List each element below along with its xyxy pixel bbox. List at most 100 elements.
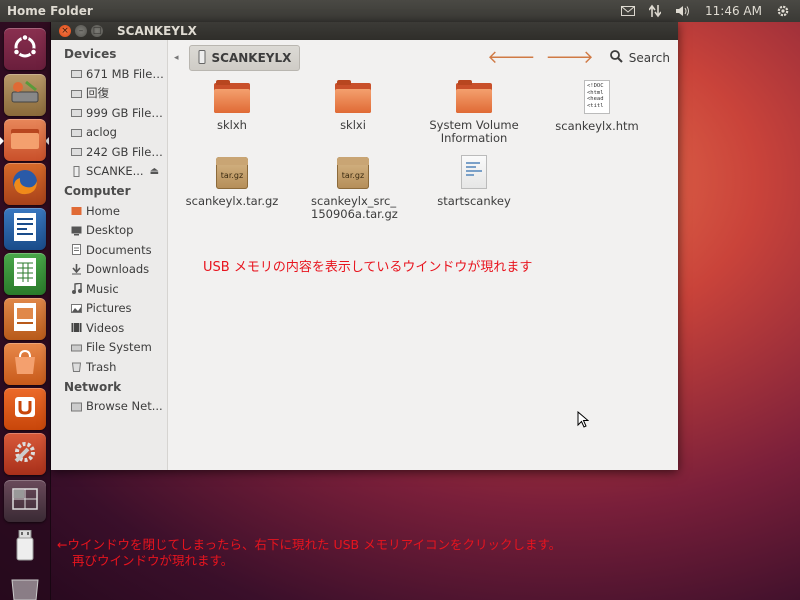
file-item-script[interactable]: startscankey	[414, 155, 534, 208]
ubuntu-logo-icon	[11, 33, 39, 65]
sidebar-item-music[interactable]: Music	[51, 279, 167, 299]
calc-icon	[13, 257, 37, 291]
pictures-icon	[71, 303, 82, 314]
sidebar-item-device[interactable]: 242 GB Files...	[51, 142, 167, 162]
launcher-drive-item[interactable]	[4, 74, 46, 116]
app-title: Home Folder	[7, 4, 93, 18]
file-item-folder[interactable]: System Volume Information	[414, 80, 534, 145]
usb-icon	[71, 165, 82, 177]
usb-icon	[198, 49, 206, 67]
html-file-icon: <!DOC <html <head <titl	[584, 80, 610, 114]
sidebar-item-device[interactable]: aclog	[51, 123, 167, 143]
sidebar-item-downloads[interactable]: Downloads	[51, 260, 167, 280]
window-title: SCANKEYLX	[117, 24, 197, 38]
launcher-software-center-item[interactable]	[4, 343, 46, 385]
sidebar-item-documents[interactable]: Documents	[51, 240, 167, 260]
file-item-folder[interactable]: sklxh	[172, 80, 292, 132]
sidebar-item-desktop[interactable]: Desktop	[51, 221, 167, 241]
firefox-icon	[10, 167, 40, 201]
launcher-writer-item[interactable]	[4, 208, 46, 250]
network-folder-icon	[71, 401, 82, 412]
shopping-bag-icon	[11, 348, 39, 380]
top-panel: Home Folder 11:46 AM	[0, 0, 800, 22]
launcher-impress-item[interactable]	[4, 298, 46, 340]
archive-icon: tar.gz	[337, 157, 369, 189]
forward-arrow-icon[interactable]: 🡒	[545, 49, 593, 67]
file-item-html[interactable]: <!DOC <html <head <titl scankeylx.htm	[537, 80, 657, 133]
downloads-icon	[71, 263, 82, 275]
sidebar-item-pictures[interactable]: Pictures	[51, 299, 167, 319]
drive-icon	[71, 88, 82, 99]
home-folder-icon	[71, 205, 82, 216]
search-button[interactable]: Search	[609, 50, 670, 66]
pathbar-left-arrow-icon[interactable]: ◂	[174, 53, 179, 63]
window-annotation: USB メモリの内容を表示しているウインドウが現れます	[203, 260, 533, 275]
back-arrow-icon[interactable]: 🡐	[487, 49, 535, 67]
workspace-icon	[11, 487, 39, 515]
trash-icon	[71, 361, 82, 373]
launcher-calc-item[interactable]	[4, 253, 46, 295]
trash-icon	[9, 576, 41, 600]
file-system-icon	[71, 342, 82, 353]
launcher-settings-item[interactable]	[4, 433, 46, 475]
settings-icon	[10, 437, 40, 471]
volume-icon[interactable]	[675, 5, 691, 17]
file-item-archive[interactable]: tar.gz scankeylx_src_ 150906a.tar.gz	[293, 157, 413, 221]
launcher-trash-item[interactable]	[4, 570, 46, 600]
file-item-archive[interactable]: tar.gz scankeylx.tar.gz	[172, 157, 292, 208]
close-button[interactable]: ×	[59, 25, 71, 37]
sidebar-item-device[interactable]: 999 GB Files...	[51, 103, 167, 123]
sidebar-item-usb-device[interactable]: SCANKE... ⏏	[51, 162, 167, 182]
launcher-workspace-item[interactable]	[4, 480, 46, 522]
file-view: sklxh sklxi System Volume Information <!…	[168, 76, 678, 470]
folder-icon	[10, 126, 40, 154]
desktop-icon	[71, 225, 82, 236]
usb-icon	[15, 529, 35, 566]
sidebar-item-home[interactable]: Home	[51, 201, 167, 221]
bottom-annotation-line2: 再びウインドウが現れます。	[72, 553, 234, 568]
videos-icon	[71, 322, 82, 333]
toolbar: ◂ SCANKEYLX 🡐 🡒 Search	[168, 40, 678, 76]
search-icon	[609, 50, 623, 66]
sidebar: Devices 671 MB Files... 回復 999 GB Files.…	[51, 40, 168, 470]
drive-icon	[10, 80, 40, 110]
window-titlebar[interactable]: × – □ SCANKEYLX	[51, 22, 678, 40]
documents-icon	[71, 244, 82, 256]
music-icon	[71, 283, 82, 295]
search-label: Search	[628, 51, 670, 65]
path-button-label: SCANKEYLX	[211, 51, 292, 65]
path-button-current[interactable]: SCANKEYLX	[188, 45, 301, 71]
launcher-usb-item[interactable]	[4, 527, 46, 569]
ubuntu-one-icon	[12, 394, 38, 424]
drive-icon	[71, 127, 82, 138]
drive-icon	[71, 68, 82, 79]
folder-icon	[214, 80, 250, 113]
dash-button[interactable]	[4, 28, 46, 70]
minimize-button[interactable]: –	[75, 25, 87, 37]
sidebar-item-device[interactable]: 671 MB Files...	[51, 64, 167, 84]
launcher-firefox-item[interactable]	[4, 163, 46, 205]
launcher-files-item[interactable]	[4, 119, 46, 161]
file-item-folder[interactable]: sklxi	[293, 80, 413, 132]
clock[interactable]: 11:46 AM	[705, 4, 762, 18]
mail-icon[interactable]	[621, 6, 636, 16]
impress-icon	[13, 302, 37, 336]
script-file-icon	[461, 155, 487, 189]
mouse-cursor-icon	[577, 411, 589, 428]
sidebar-heading-computer: Computer	[64, 184, 131, 198]
sidebar-item-device[interactable]: 回復	[51, 84, 167, 104]
sidebar-item-browse-network[interactable]: Browse Net...	[51, 397, 167, 417]
eject-icon[interactable]: ⏏	[150, 166, 159, 177]
nav-arrows: 🡐 🡒	[487, 49, 594, 67]
sidebar-item-trash[interactable]: Trash	[51, 357, 167, 377]
maximize-button[interactable]: □	[91, 25, 103, 37]
sidebar-item-file-system[interactable]: File System	[51, 338, 167, 358]
folder-icon	[335, 80, 371, 113]
launcher-ubuntu-one-item[interactable]	[4, 388, 46, 430]
drive-icon	[71, 146, 82, 157]
launcher	[0, 22, 51, 600]
writer-icon	[13, 212, 37, 246]
network-icon[interactable]	[649, 4, 662, 18]
sidebar-item-videos[interactable]: Videos	[51, 318, 167, 338]
power-gear-icon[interactable]	[776, 4, 790, 18]
